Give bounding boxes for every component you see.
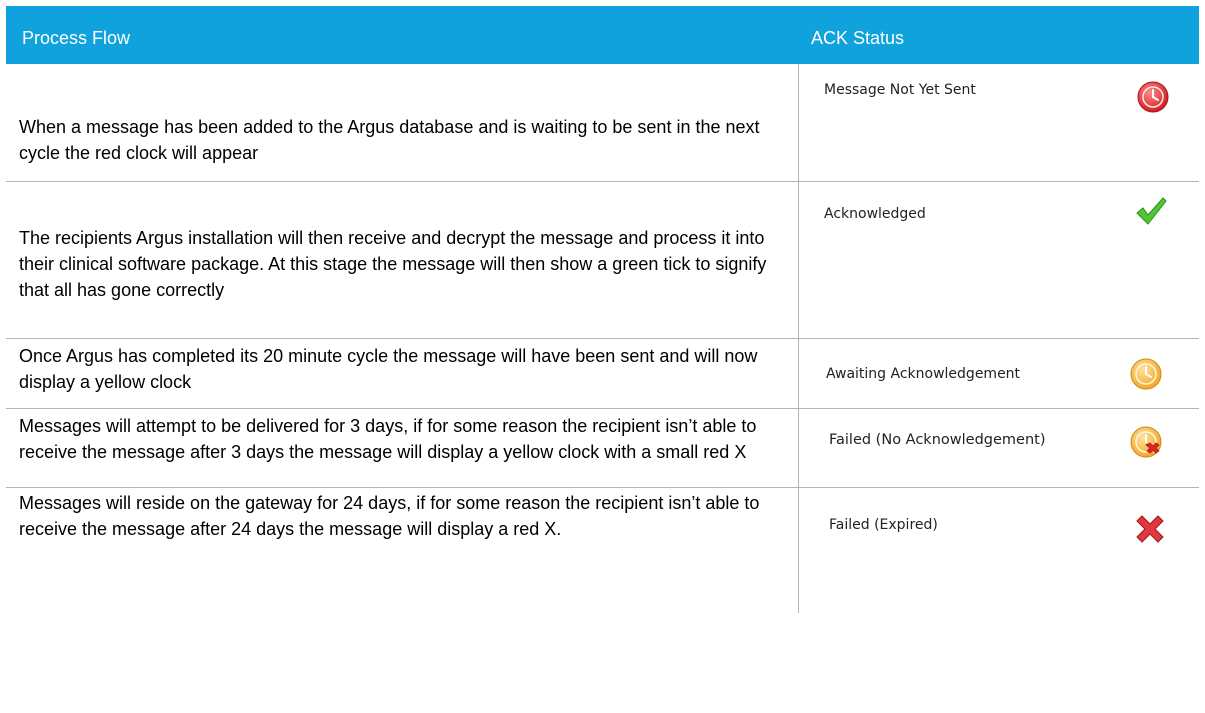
ack-status-table: Process Flow ACK Status When a message h… xyxy=(6,6,1199,613)
status-cell: Awaiting Acknowledgement xyxy=(799,339,1199,408)
status-cell: Failed (Expired) xyxy=(799,488,1199,613)
process-description: Messages will reside on the gateway for … xyxy=(6,488,799,613)
status-label: Failed (No Acknowledgement) xyxy=(829,432,1046,448)
process-description: Once Argus has completed its 20 minute c… xyxy=(6,339,799,408)
status-label: Message Not Yet Sent xyxy=(824,82,976,98)
header-process-flow: Process Flow xyxy=(22,28,131,48)
process-description: When a message has been added to the Arg… xyxy=(6,64,799,181)
table-row: Once Argus has completed its 20 minute c… xyxy=(6,339,1199,409)
red-clock-icon xyxy=(1137,81,1169,113)
yellow-clock-icon xyxy=(1130,358,1162,390)
green-tick-icon xyxy=(1136,197,1167,225)
table-row: The recipients Argus installation will t… xyxy=(6,182,1199,339)
status-cell: Message Not Yet Sent xyxy=(799,64,1199,181)
table-header: Process Flow ACK Status xyxy=(6,6,1199,64)
table-row: Messages will attempt to be delivered fo… xyxy=(6,409,1199,488)
yellow-clock-red-x-icon xyxy=(1130,426,1162,458)
status-label: Failed (Expired) xyxy=(829,517,938,533)
status-cell: Acknowledged xyxy=(799,182,1199,338)
header-ack-status: ACK Status xyxy=(811,28,905,48)
red-x-icon xyxy=(1136,515,1164,543)
table-row: When a message has been added to the Arg… xyxy=(6,64,1199,182)
table-row: Messages will reside on the gateway for … xyxy=(6,488,1199,613)
status-label: Acknowledged xyxy=(824,206,926,222)
status-cell: Failed (No Acknowledgement) xyxy=(799,409,1199,487)
process-description: Messages will attempt to be delivered fo… xyxy=(6,409,799,487)
process-description: The recipients Argus installation will t… xyxy=(6,182,799,338)
status-label: Awaiting Acknowledgement xyxy=(826,366,1021,382)
